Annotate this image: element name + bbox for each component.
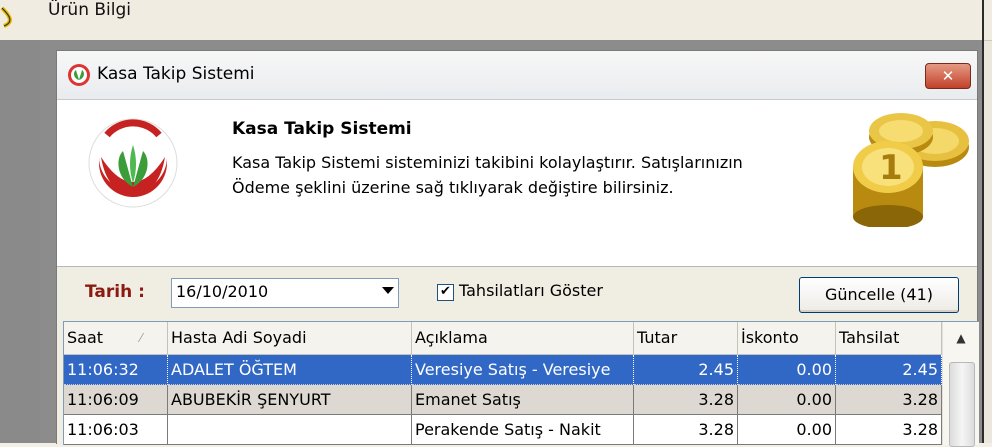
table-row[interactable]: 11:06:03 Perakende Satış - Nakit 3.28 0.…	[64, 415, 942, 445]
column-header-aciklama[interactable]: Açıklama	[412, 322, 634, 354]
cell-tutar: 2.45	[634, 355, 738, 385]
date-picker[interactable]: 16/10/2010	[171, 278, 399, 308]
cell-tutar: 3.28	[634, 415, 738, 445]
column-header-tutar[interactable]: Tutar	[634, 322, 738, 354]
cell-tahsilat: 3.28	[836, 385, 942, 415]
scrollbar-thumb[interactable]	[949, 362, 975, 447]
cell-aciklama: Perakende Satış - Nakit	[412, 415, 634, 445]
cell-saat: 11:06:03	[64, 415, 168, 445]
header-description-line1: Kasa Takip Sistemi sisteminizi takibini …	[232, 153, 743, 172]
filter-toolbar: Tarih : 16/10/2010 ✔ Tahsilatları Göster…	[57, 267, 977, 319]
cell-iskonto: 0.00	[738, 385, 836, 415]
date-value: 16/10/2010	[176, 282, 269, 301]
header-description-line2: Ödeme şeklini üzerine sağ tıklıyarak değ…	[232, 178, 674, 197]
cell-aciklama: Emanet Satış	[412, 385, 634, 415]
date-label: Tarih :	[85, 282, 145, 302]
background-toolbar: Ürün Bilgi	[0, 0, 992, 41]
cell-iskonto: 0.00	[738, 355, 836, 385]
sort-icon: ⁄	[140, 331, 143, 345]
cell-tahsilat: 2.45	[836, 355, 942, 385]
svg-text:1: 1	[879, 148, 903, 188]
cell-hasta: ABUBEKİR ŞENYURT	[168, 385, 412, 415]
transactions-grid: Saat ⁄ Hasta Adi Soyadi Açıklama Tutar İ…	[63, 321, 979, 447]
pharmacy-logo-icon	[68, 64, 90, 86]
cell-aciklama: Veresiye Satış - Veresiye	[412, 355, 634, 385]
column-header-tahsilat[interactable]: Tahsilat	[836, 322, 942, 354]
background-left-panel	[0, 40, 40, 443]
background-title: Ürün Bilgi	[48, 0, 132, 20]
info-header: Kasa Takip Sistemi Kasa Takip Sistemi si…	[57, 100, 977, 267]
vertical-scrollbar[interactable]: ▲	[942, 322, 979, 447]
grid-header: Saat ⁄ Hasta Adi Soyadi Açıklama Tutar İ…	[64, 322, 942, 355]
cell-hasta: ADALET ÖĞTEM	[168, 355, 412, 385]
header-title: Kasa Takip Sistemi	[232, 119, 412, 139]
close-icon: ✕	[941, 67, 955, 85]
window-title: Kasa Takip Sistemi	[97, 64, 255, 84]
background-border	[982, 0, 984, 443]
cell-saat: 11:06:32	[64, 355, 168, 385]
show-collections-label[interactable]: Tahsilatları Göster	[459, 281, 603, 300]
table-row[interactable]: 11:06:32 ADALET ÖĞTEM Veresiye Satış - V…	[64, 355, 942, 385]
cell-hasta	[168, 415, 412, 445]
kasa-takip-window: Kasa Takip Sistemi ✕ Kasa Takip Sistemi …	[56, 50, 979, 447]
column-header-iskonto[interactable]: İskonto	[738, 322, 836, 354]
column-header-hasta[interactable]: Hasta Adi Soyadi	[168, 322, 412, 354]
cell-tutar: 3.28	[634, 385, 738, 415]
table-row[interactable]: 11:06:09 ABUBEKİR ŞENYURT Emanet Satış 3…	[64, 385, 942, 415]
cell-tahsilat: 3.28	[836, 415, 942, 445]
show-collections-checkbox[interactable]: ✔	[437, 284, 454, 301]
window-titlebar[interactable]: Kasa Takip Sistemi ✕	[57, 51, 977, 100]
coins-icon: 1	[853, 113, 969, 227]
column-header-saat[interactable]: Saat	[64, 322, 168, 354]
app-logo-icon	[0, 6, 12, 28]
refresh-button[interactable]: Güncelle (41)	[799, 277, 959, 313]
pharmacy-logo-icon	[88, 118, 178, 208]
close-button[interactable]: ✕	[925, 63, 971, 89]
cell-iskonto: 0.00	[738, 415, 836, 445]
chevron-down-icon[interactable]	[382, 287, 394, 294]
cell-saat: 11:06:09	[64, 385, 168, 415]
scroll-up-icon[interactable]: ▲	[943, 322, 979, 354]
